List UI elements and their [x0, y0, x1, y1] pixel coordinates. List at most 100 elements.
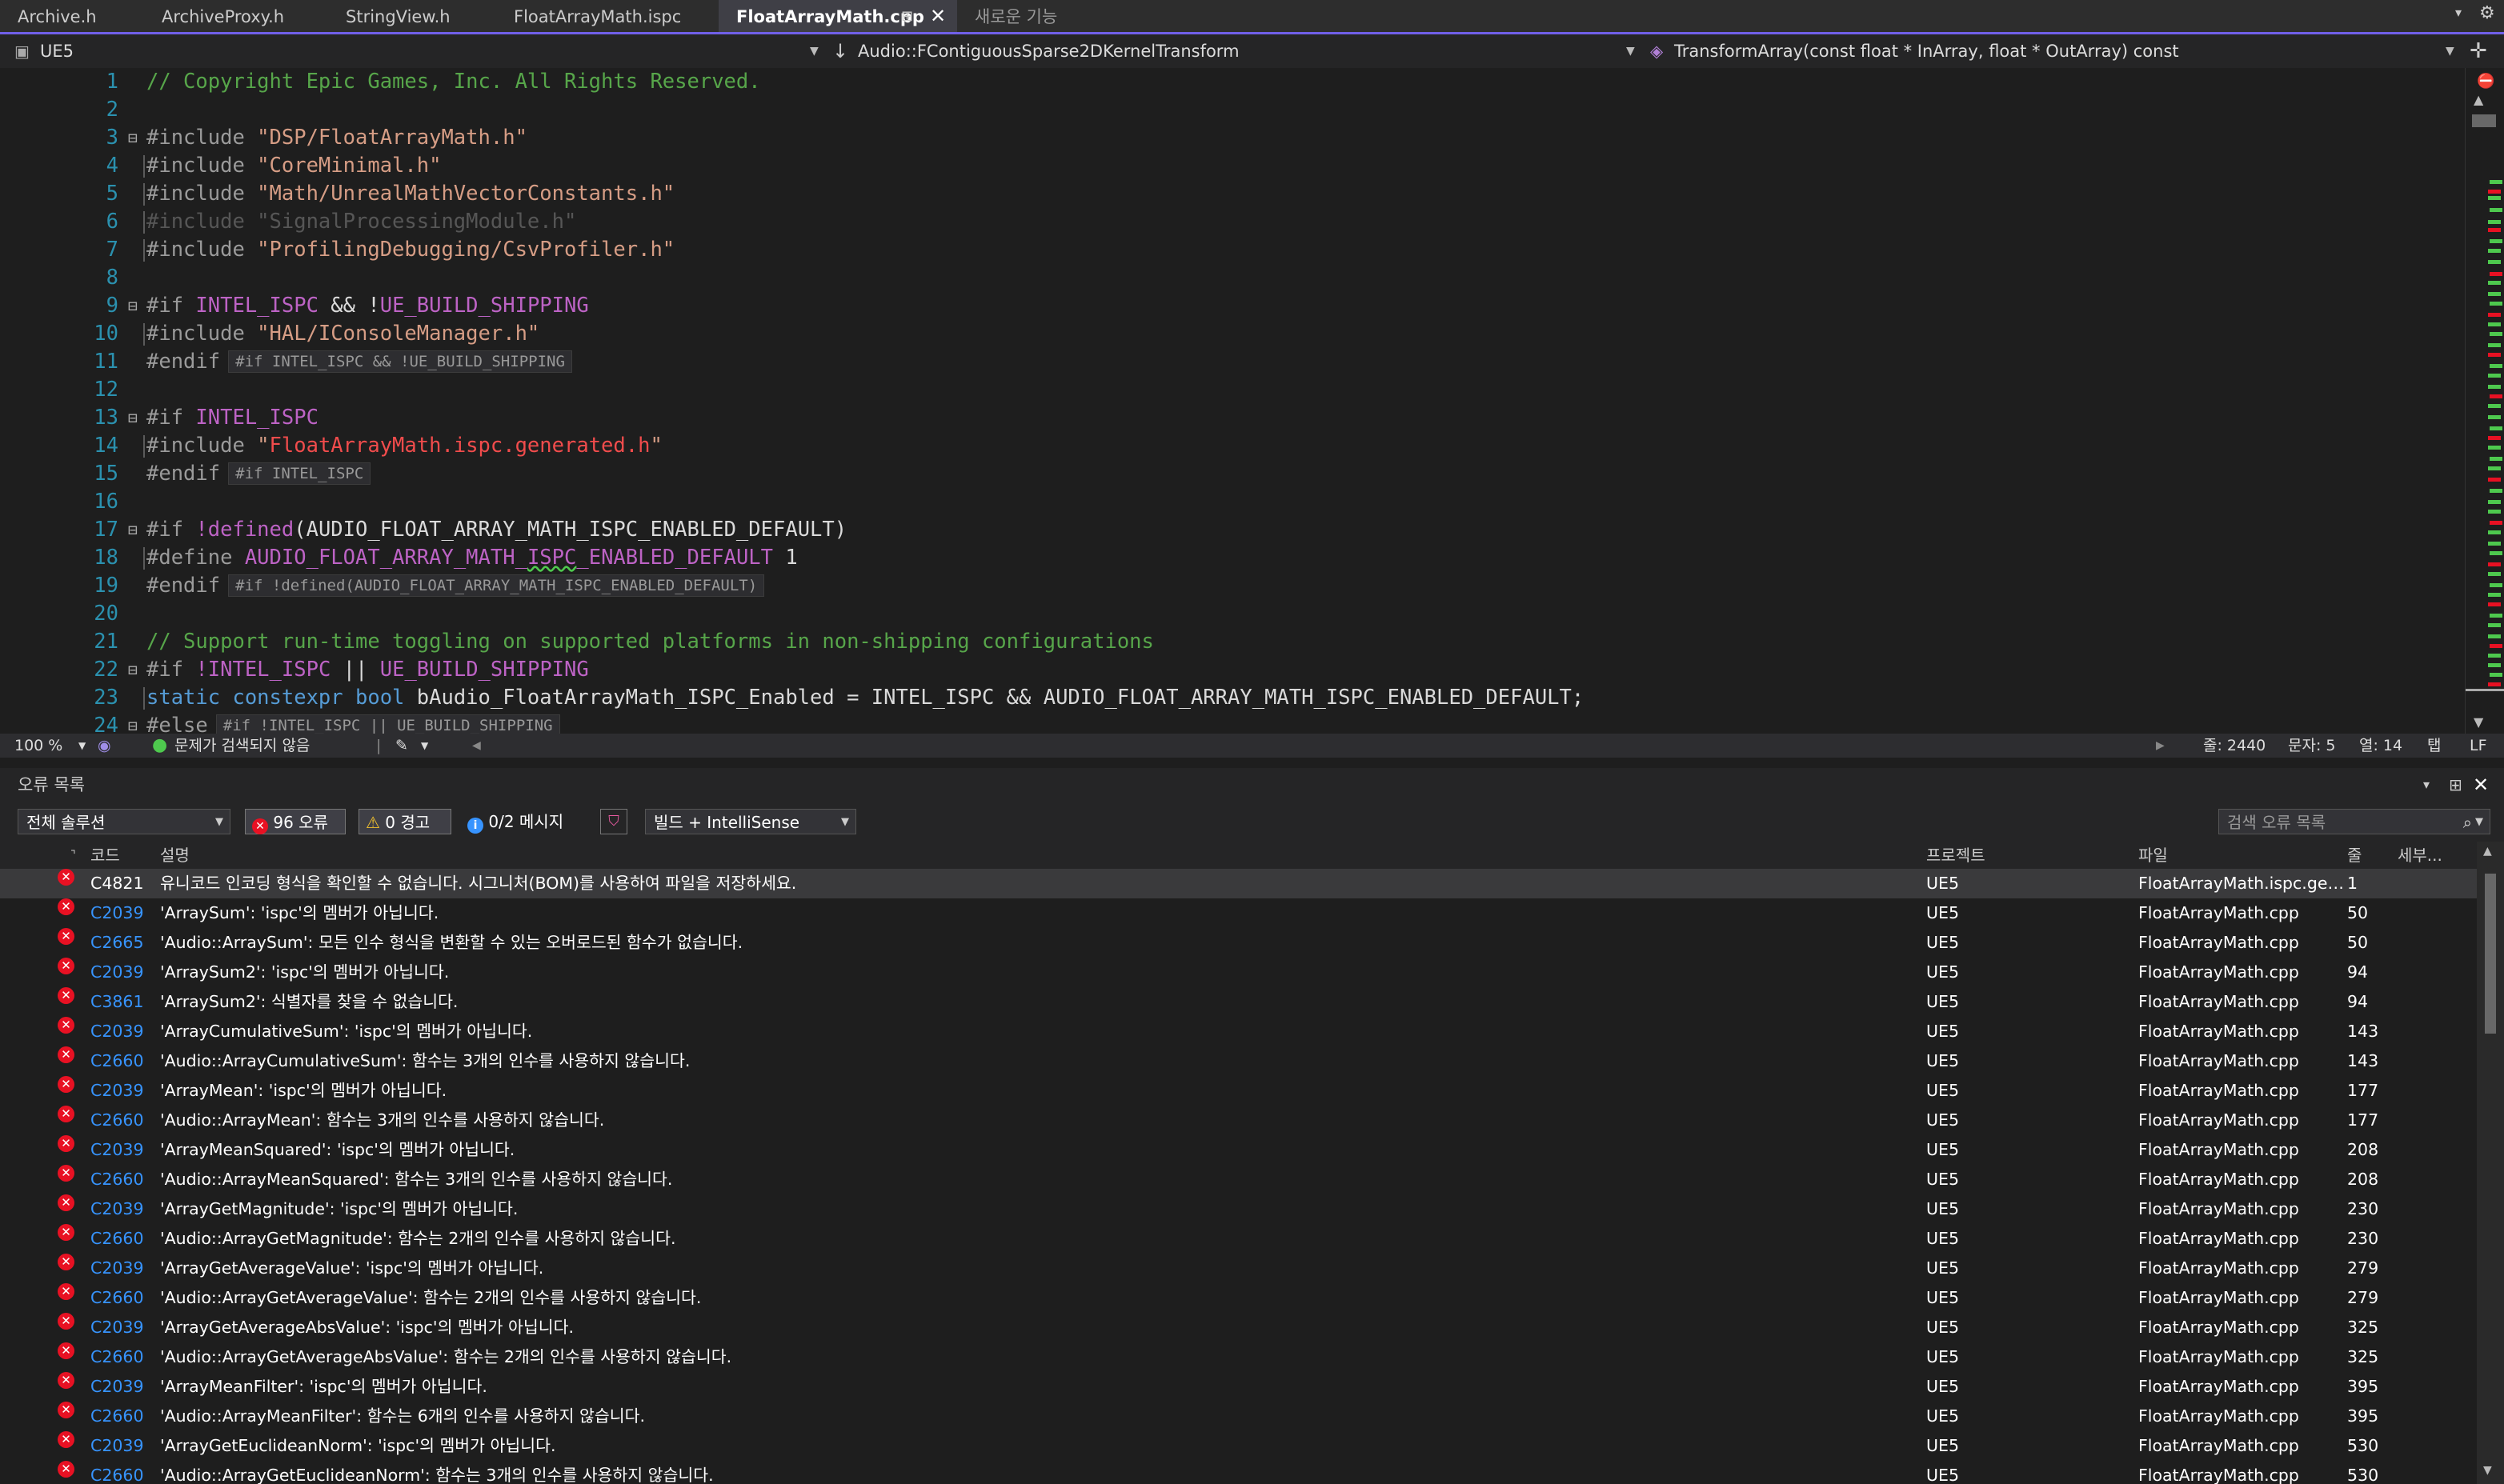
code-editor[interactable]: 1 // Copyright Epic Games, Inc. All Right… [0, 68, 2465, 734]
error-row[interactable]: ✕ C4821 유니코드 인코딩 형식을 확인할 수 없습니다. 시그니처(BOM)… [0, 869, 2477, 898]
code-line[interactable]: 18 #define AUDIO_FLOAT_ARRAY_MATH_ISPC_EN… [0, 544, 2465, 572]
error-row[interactable]: ✕ C2039 'ArraySum': 'ispc'의 멤버가 아닙니다. UE5 Fl… [0, 898, 2477, 928]
code-line[interactable]: 23 static constexpr bool bAudio_FloatArra… [0, 684, 2465, 712]
error-code[interactable]: C2039 [90, 1254, 144, 1283]
tab-floatarraymath-cpp[interactable]: FloatArrayMath.cpp ⊞ ✕ [719, 0, 957, 32]
error-code[interactable]: C2039 [90, 1135, 144, 1165]
error-code[interactable]: C2039 [90, 898, 144, 928]
code-line[interactable]: 2 [0, 96, 2465, 124]
close-icon[interactable]: ✕ [930, 0, 946, 33]
scroll-left-arrow-icon[interactable]: ◀ [472, 734, 481, 758]
code-line[interactable]: 13 ⊟ #if INTEL_ISPC [0, 404, 2465, 432]
column-project[interactable]: 프로젝트 [1926, 842, 1985, 869]
error-code[interactable]: C2039 [90, 1017, 144, 1046]
code-line[interactable]: 6 #include "SignalProcessingModule.h" [0, 208, 2465, 236]
error-row[interactable]: ✕ C2039 'ArrayMeanFilter': 'ispc'의 멤버가 아닙니… [0, 1372, 2477, 1402]
column-description[interactable]: 설명 [160, 842, 190, 869]
error-code[interactable]: C2660 [90, 1461, 144, 1484]
code-line[interactable]: 1 // Copyright Epic Games, Inc. All Right… [0, 68, 2465, 96]
code-line[interactable]: 22 ⊟ #if !INTEL_ISPC || UE_BUILD_SHIPPING [0, 656, 2465, 684]
chevron-down-icon[interactable]: ▼ [421, 734, 428, 758]
code-line[interactable]: 10 #include "HAL/IConsoleManager.h" [0, 320, 2465, 348]
fold-toggle-icon[interactable]: ⊟ [128, 124, 144, 152]
split-icon[interactable]: ✛ [2470, 34, 2487, 68]
error-row[interactable]: ✕ C2039 'ArrayMeanSquared': 'ispc'의 멤버가 아닙… [0, 1135, 2477, 1165]
column-file[interactable]: 파일 [2138, 842, 2168, 869]
code-line[interactable]: 4 #include "CoreMinimal.h" [0, 152, 2465, 180]
column-indicator[interactable]: 열: 14 [2359, 734, 2402, 758]
error-code[interactable]: C2039 [90, 1313, 144, 1342]
pin-icon[interactable]: ⊞ [2449, 768, 2462, 802]
fold-toggle-icon[interactable]: ⊟ [128, 712, 144, 734]
editor-overview-margin[interactable]: ⛔ ▲ ▼ [2465, 68, 2504, 734]
code-line[interactable]: 5 #include "Math/UnrealMathVectorConstant… [0, 180, 2465, 208]
column-code[interactable]: 코드 [90, 842, 120, 869]
issues-status[interactable]: 문제가 검색되지 않음 [174, 734, 310, 758]
error-code[interactable]: C2039 [90, 1431, 144, 1461]
error-code[interactable]: C2039 [90, 1372, 144, 1402]
code-line[interactable]: 15 #endif #if INTEL_ISPC [0, 460, 2465, 488]
brush-icon[interactable]: ✎ [395, 734, 408, 758]
code-line[interactable]: 7 #include "ProfilingDebugging/CsvProfile… [0, 236, 2465, 264]
project-dropdown[interactable]: UE5 [40, 34, 74, 68]
chevron-down-icon[interactable]: ▼ [78, 734, 86, 758]
code-line[interactable]: 24 ⊟ #else #if !INTEL_ISPC || UE_BUILD_SHIP… [0, 712, 2465, 734]
copilot-icon[interactable]: ◉ [98, 734, 111, 758]
fold-toggle-icon[interactable]: ⊟ [128, 292, 144, 320]
error-row[interactable]: ✕ C2660 'Audio::ArrayGetMagnitude': 함수는 2개… [0, 1224, 2477, 1254]
error-code[interactable]: C2660 [90, 1224, 144, 1254]
code-line[interactable]: 17 ⊟ #if !defined(AUDIO_FLOAT_ARRAY_MATH_I… [0, 516, 2465, 544]
code-line[interactable]: 12 [0, 376, 2465, 404]
code-line[interactable]: 9 ⊟ #if INTEL_ISPC && !UE_BUILD_SHIPPING [0, 292, 2465, 320]
code-line[interactable]: 11 #endif #if INTEL_ISPC && !UE_BUILD_SHIP… [0, 348, 2465, 376]
scroll-right-arrow-icon[interactable]: ▶ [2156, 734, 2165, 758]
tab-whats-new[interactable]: 새로운 기능 [957, 0, 1117, 32]
error-list-scrollbar[interactable]: ▲ ▼ [2477, 842, 2504, 1484]
build-filter-select[interactable]: 빌드 + IntelliSense ▼ [645, 809, 856, 834]
warnings-filter-button[interactable]: ⚠ 0 경고 [359, 809, 451, 834]
messages-filter-button[interactable]: i 0/2 메시지 [467, 809, 563, 834]
error-code[interactable]: C2660 [90, 1046, 144, 1076]
error-code[interactable]: C3861 [90, 987, 144, 1017]
error-row[interactable]: ✕ C2660 'Audio::ArrayGetEuclideanNorm': 함수… [0, 1461, 2477, 1484]
error-code[interactable]: C4821 [90, 869, 144, 898]
tab-overflow-chevron-icon[interactable]: ▾ [2455, 5, 2462, 20]
char-indicator[interactable]: 문자: 5 [2288, 734, 2336, 758]
error-row[interactable]: ✕ C2660 'Audio::ArrayCumulativeSum': 함수는 3… [0, 1046, 2477, 1076]
indent-indicator[interactable]: 탭 [2427, 734, 2441, 758]
error-code[interactable]: C2660 [90, 1283, 144, 1313]
zoom-level-dropdown[interactable]: 100 % [14, 734, 62, 758]
code-line[interactable]: 21 // Support run-time toggling on suppor… [0, 628, 2465, 656]
error-row[interactable]: ✕ C2660 'Audio::ArrayMeanSquared': 함수는 3개의… [0, 1165, 2477, 1194]
scope-dropdown[interactable]: Audio::FContiguousSparse2DKernelTransfor… [858, 34, 1240, 68]
error-code[interactable]: C2039 [90, 1076, 144, 1106]
error-row[interactable]: ✕ C2039 'ArraySum2': 'ispc'의 멤버가 아닙니다. UE5 F… [0, 958, 2477, 987]
chevron-down-icon[interactable]: ▼ [1626, 34, 1635, 68]
error-code[interactable]: C2665 [90, 928, 144, 958]
scroll-up-arrow-icon[interactable]: ▲ [2483, 845, 2492, 858]
fold-toggle-icon[interactable]: ⊟ [128, 656, 144, 684]
scroll-down-arrow-icon[interactable]: ▼ [2483, 1464, 2492, 1477]
error-code[interactable]: C2660 [90, 1106, 144, 1135]
tab-archiveproxy-h[interactable]: ArchiveProxy.h [144, 0, 328, 32]
error-row[interactable]: ✕ C2039 'ArrayGetMagnitude': 'ispc'의 멤버가 아… [0, 1194, 2477, 1224]
pin-icon[interactable]: ⊞ [901, 0, 913, 34]
code-line[interactable]: 19 #endif #if !defined(AUDIO_FLOAT_ARRAY_M… [0, 572, 2465, 600]
filter-icon[interactable]: ⛉ [600, 809, 627, 834]
chevron-down-icon[interactable]: ▼ [2446, 34, 2454, 68]
line-indicator[interactable]: 줄: 2440 [2203, 734, 2266, 758]
code-line[interactable]: 8 [0, 264, 2465, 292]
error-code[interactable]: C2039 [90, 958, 144, 987]
scroll-up-arrow-icon[interactable]: ▲ [2474, 92, 2483, 107]
scroll-thumb[interactable] [2472, 114, 2496, 127]
error-row[interactable]: ✕ C2039 'ArrayGetAverageAbsValue': 'ispc'의… [0, 1313, 2477, 1342]
error-row[interactable]: ✕ C2660 'Audio::ArrayGetAverageAbsValue': … [0, 1342, 2477, 1372]
tab-archive-h[interactable]: Archive.h [0, 0, 152, 32]
tab-stringview-h[interactable]: StringView.h [328, 0, 496, 32]
column-line[interactable]: 줄 [2347, 842, 2362, 869]
panel-options-chevron-icon[interactable]: ▾ [2423, 768, 2430, 802]
code-line[interactable]: 3 ⊟ #include "DSP/FloatArrayMath.h" [0, 124, 2465, 152]
scope-select[interactable]: 전체 솔루션 ▼ [18, 809, 230, 834]
code-line[interactable]: 16 [0, 488, 2465, 516]
gear-icon[interactable]: ⚙ [2479, 3, 2495, 23]
